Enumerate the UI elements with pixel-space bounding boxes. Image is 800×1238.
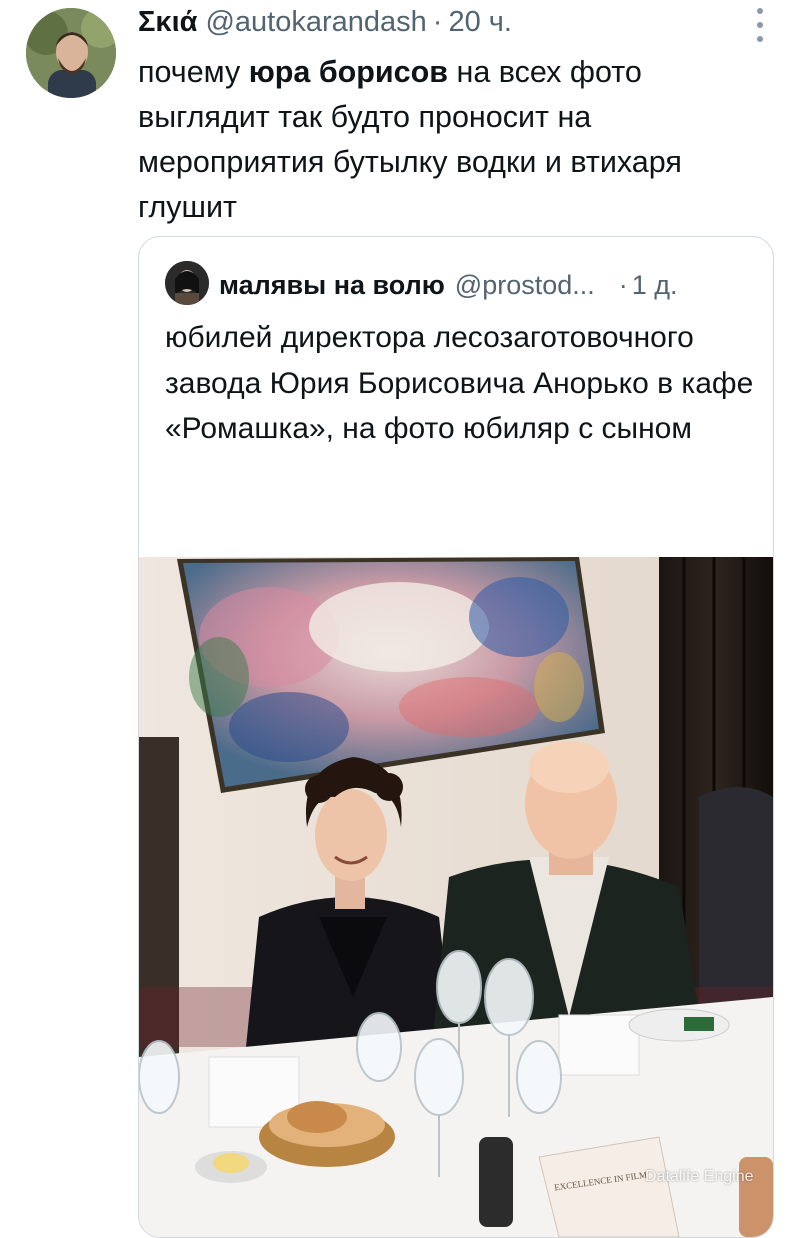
quoted-tweet-photo[interactable]: EXCELLENCE IN FILM	[139, 557, 773, 1237]
quoted-tweet-header: малявы на волю @prostod... · 1 д.	[219, 265, 678, 305]
separator-dot: ·	[432, 5, 443, 38]
tweet-text: почему юра борисов на всех фото выглядит…	[138, 50, 778, 230]
tweet-text-start: почему	[138, 55, 249, 89]
tweet-header: Σκιά @autokarandash · 20 ч.	[138, 2, 512, 42]
more-icon[interactable]	[750, 8, 770, 42]
author-handle[interactable]: @autokarandash	[205, 6, 426, 39]
quoted-separator-dot: ·	[618, 269, 628, 300]
quoted-author-name[interactable]: малявы на волю	[219, 270, 445, 301]
tweet-text-bold: юра борисов	[248, 55, 449, 89]
quoted-tweet-text: юбилей директора лесозаготовочного завод…	[165, 321, 754, 445]
quoted-author-handle[interactable]: @prostod...	[455, 270, 595, 301]
author-name[interactable]: Σκιά	[138, 6, 197, 39]
watermark: Datalife Engine	[645, 1168, 754, 1185]
quoted-tweet-time[interactable]: 1 д.	[632, 270, 678, 301]
author-avatar[interactable]	[26, 8, 116, 98]
tweet-time[interactable]: 20 ч.	[448, 6, 511, 39]
quoted-tweet-card[interactable]: малявы на волю @prostod... · 1 д. юбилей…	[138, 236, 774, 1238]
quoted-author-avatar[interactable]	[165, 261, 209, 305]
photo-illustration: EXCELLENCE IN FILM	[139, 557, 773, 1237]
tweet: Σκιά @autokarandash · 20 ч. почему юра б…	[0, 0, 800, 1238]
